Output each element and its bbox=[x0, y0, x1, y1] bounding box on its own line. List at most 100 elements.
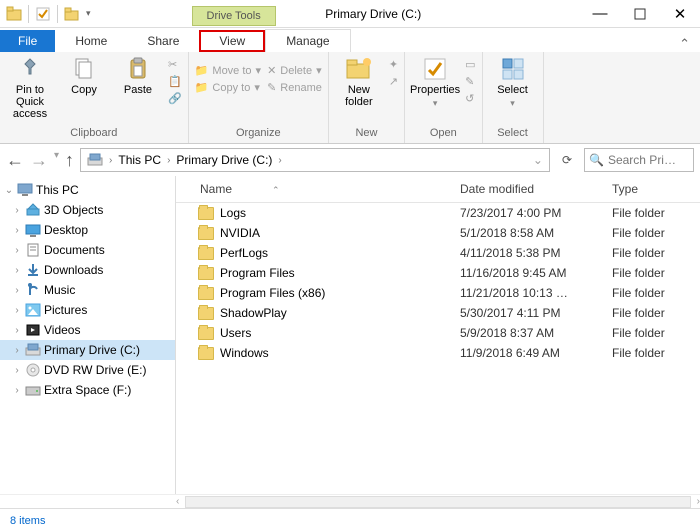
qat-dropdown-icon[interactable]: ▾ bbox=[86, 8, 91, 19]
breadcrumb-thispc[interactable]: This PC bbox=[118, 153, 161, 167]
collapse-ribbon-icon[interactable]: ⌃ bbox=[669, 36, 700, 52]
col-date[interactable]: Date modified bbox=[460, 182, 612, 196]
properties-icon bbox=[422, 56, 448, 82]
tree-this-pc[interactable]: ⌄ This PC bbox=[0, 180, 175, 200]
file-row[interactable]: ShadowPlay 5/30/2017 4:11 PM File folder bbox=[176, 303, 700, 323]
minimize-button[interactable]: — bbox=[580, 0, 620, 28]
chevron-down-icon: ▾ bbox=[254, 81, 260, 94]
file-list[interactable]: Name⌃ Date modified Type Logs 7/23/2017 … bbox=[176, 176, 700, 494]
file-row[interactable]: Windows 11/9/2018 6:49 AM File folder bbox=[176, 343, 700, 363]
easy-access-button[interactable]: ↗ bbox=[389, 75, 398, 88]
expand-icon[interactable]: › bbox=[12, 205, 22, 216]
col-type[interactable]: Type bbox=[612, 182, 700, 196]
column-headers[interactable]: Name⌃ Date modified Type bbox=[176, 176, 700, 203]
search-input[interactable]: 🔍 Search Pri… bbox=[584, 148, 694, 172]
chevron-right-icon: › bbox=[167, 155, 170, 166]
expand-icon[interactable]: › bbox=[12, 345, 22, 356]
open-icon: ▭ bbox=[465, 58, 475, 71]
address-dropdown-icon[interactable]: ⌄ bbox=[533, 153, 543, 167]
tree-item-label: Music bbox=[44, 283, 75, 297]
file-row[interactable]: Program Files 11/16/2018 9:45 AM File fo… bbox=[176, 263, 700, 283]
group-label-clipboard: Clipboard bbox=[6, 125, 182, 143]
tree-item[interactable]: › Primary Drive (C:) bbox=[0, 340, 175, 360]
breadcrumb-drive[interactable]: Primary Drive (C:) bbox=[176, 153, 272, 167]
tree-item[interactable]: › Pictures bbox=[0, 300, 175, 320]
tree-item-icon bbox=[25, 242, 41, 258]
expand-icon[interactable]: › bbox=[12, 365, 22, 376]
qat-newfolder-icon[interactable] bbox=[64, 6, 80, 22]
maximize-button[interactable] bbox=[620, 0, 660, 28]
file-row[interactable]: Users 5/9/2018 8:37 AM File folder bbox=[176, 323, 700, 343]
forward-button[interactable]: → bbox=[30, 150, 48, 171]
tree-item-label: Desktop bbox=[44, 223, 88, 237]
tab-view[interactable]: View bbox=[199, 30, 265, 52]
expand-icon[interactable]: › bbox=[12, 265, 22, 276]
delete-button[interactable]: ✕Delete▾ bbox=[267, 64, 322, 77]
file-date: 11/21/2018 10:13 … bbox=[460, 286, 612, 300]
file-row[interactable]: NVIDIA 5/1/2018 8:58 AM File folder bbox=[176, 223, 700, 243]
search-icon: 🔍 bbox=[589, 153, 604, 167]
tab-share[interactable]: Share bbox=[127, 30, 199, 52]
tree-item[interactable]: › 3D Objects bbox=[0, 200, 175, 220]
open-button[interactable]: ▭ bbox=[465, 58, 475, 71]
recent-dropdown[interactable]: ▾ bbox=[54, 150, 59, 171]
folder-icon bbox=[198, 287, 214, 300]
properties-button[interactable]: Properties ▾ bbox=[411, 56, 459, 109]
paste-button[interactable]: Paste bbox=[114, 56, 162, 96]
file-row[interactable]: Program Files (x86) 11/21/2018 10:13 … F… bbox=[176, 283, 700, 303]
select-icon bbox=[500, 56, 526, 82]
tree-item[interactable]: › Videos bbox=[0, 320, 175, 340]
file-row[interactable]: Logs 7/23/2017 4:00 PM File folder bbox=[176, 203, 700, 223]
tree-item[interactable]: › Music bbox=[0, 280, 175, 300]
expand-icon[interactable]: › bbox=[12, 385, 22, 396]
back-button[interactable]: ← bbox=[6, 150, 24, 171]
file-date: 5/30/2017 4:11 PM bbox=[460, 306, 612, 320]
move-to-button[interactable]: 📁Move to▾ bbox=[195, 64, 261, 77]
tab-manage[interactable]: Manage bbox=[265, 29, 350, 52]
paste-shortcut-button[interactable]: 🔗 bbox=[168, 92, 182, 105]
tree-item[interactable]: › Desktop bbox=[0, 220, 175, 240]
collapse-icon[interactable]: ⌄ bbox=[4, 185, 14, 196]
copy-button[interactable]: Copy bbox=[60, 56, 108, 96]
tree-item[interactable]: › Downloads bbox=[0, 260, 175, 280]
tab-file[interactable]: File bbox=[0, 30, 55, 52]
qat-properties-icon[interactable] bbox=[35, 6, 51, 22]
new-folder-button[interactable]: New folder bbox=[335, 56, 383, 108]
tree-item[interactable]: › DVD RW Drive (E:) bbox=[0, 360, 175, 380]
select-button[interactable]: Select ▾ bbox=[489, 56, 537, 109]
group-label-organize: Organize bbox=[195, 125, 322, 143]
up-button[interactable]: ↑ bbox=[65, 150, 74, 171]
breadcrumb[interactable]: › This PC › Primary Drive (C:) › ⌄ bbox=[80, 148, 550, 172]
tree-item-label: 3D Objects bbox=[44, 203, 103, 217]
search-placeholder: Search Pri… bbox=[608, 153, 676, 167]
new-item-button[interactable]: ✦ bbox=[389, 58, 398, 71]
expand-icon[interactable]: › bbox=[12, 245, 22, 256]
tree-item-icon bbox=[25, 382, 41, 398]
tree-item[interactable]: › Extra Space (F:) bbox=[0, 380, 175, 400]
expand-icon[interactable]: › bbox=[12, 225, 22, 236]
file-type: File folder bbox=[612, 286, 700, 300]
copy-path-button[interactable]: 📋 bbox=[168, 75, 182, 88]
navigation-tree[interactable]: ⌄ This PC › 3D Objects › Desktop › Docum… bbox=[0, 176, 176, 494]
tree-item[interactable]: › Documents bbox=[0, 240, 175, 260]
cut-button[interactable]: ✂ bbox=[168, 58, 182, 71]
edit-button[interactable]: ✎ bbox=[465, 75, 475, 88]
horizontal-scrollbar[interactable]: ‹› bbox=[0, 494, 700, 508]
close-button[interactable]: ✕ bbox=[660, 0, 700, 28]
tab-home[interactable]: Home bbox=[55, 30, 127, 52]
file-date: 11/9/2018 6:49 AM bbox=[460, 346, 612, 360]
history-button[interactable]: ↺ bbox=[465, 92, 475, 105]
copy-to-button[interactable]: 📁Copy to▾ bbox=[195, 81, 261, 94]
expand-icon[interactable]: › bbox=[12, 325, 22, 336]
col-name[interactable]: Name bbox=[200, 182, 232, 196]
rename-button[interactable]: ✎Rename bbox=[267, 81, 322, 94]
file-row[interactable]: PerfLogs 4/11/2018 5:38 PM File folder bbox=[176, 243, 700, 263]
expand-icon[interactable]: › bbox=[12, 305, 22, 316]
group-label-select: Select bbox=[489, 125, 537, 143]
pin-to-quick-access-button[interactable]: Pin to Quick access bbox=[6, 56, 54, 120]
refresh-button[interactable]: ⟳ bbox=[556, 153, 578, 167]
title-bar: ▾ Drive Tools Primary Drive (C:) — ✕ bbox=[0, 0, 700, 28]
history-icon: ↺ bbox=[465, 92, 474, 105]
expand-icon[interactable]: › bbox=[12, 285, 22, 296]
tree-item-icon bbox=[25, 342, 41, 358]
